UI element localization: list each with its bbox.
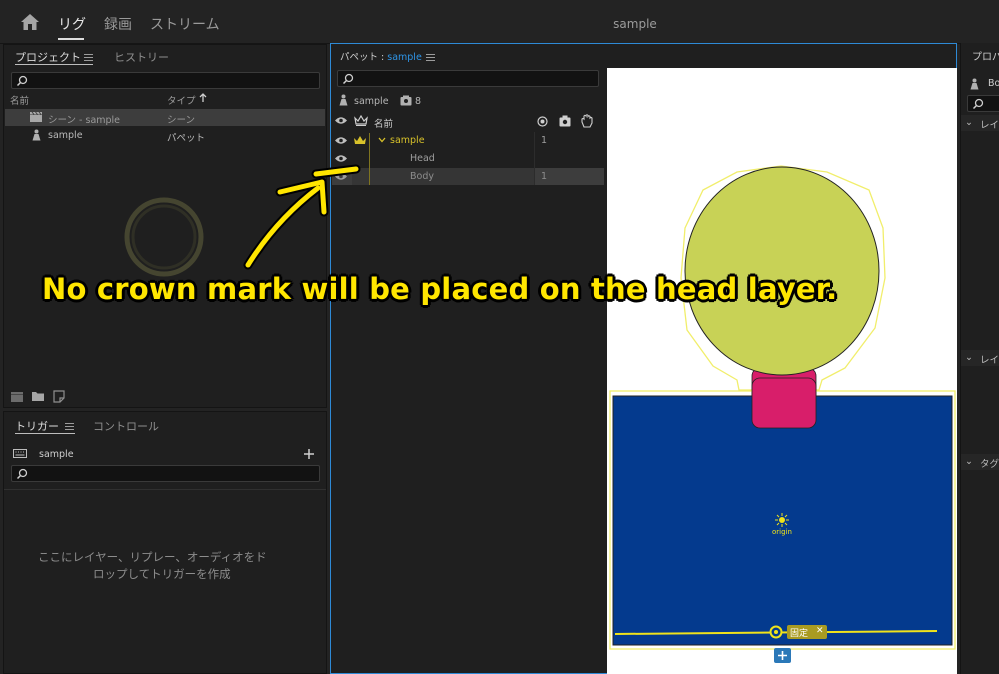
panel-menu-icon[interactable] [65,423,74,430]
property-section-header[interactable]: ⌄ タグ [961,454,999,470]
puppet-panel: パペット : sample sample 8 名前 sample 1 Head … [330,43,957,674]
add-icon[interactable] [304,449,314,459]
annotation-arrow [243,164,361,270]
project-item-type: シーン [167,115,196,126]
tab-rig[interactable]: リグ [58,14,86,34]
trigger-search-input[interactable] [11,465,320,482]
new-scene-icon[interactable] [10,391,24,403]
trigger-empty-message: ここにレイヤー、リプレー、オーディオをド [38,550,267,564]
scene-clapper-icon [30,111,42,122]
tab-trigger[interactable]: トリガー [15,418,59,434]
puppet-artwork [609,165,956,650]
record-target-icon[interactable] [537,116,548,127]
crown-icon[interactable] [353,135,367,146]
fixed-tag-label: 固定 [790,629,809,639]
layer-value: 1 [541,171,548,182]
top-bar: リグ 録画 ストリーム sample [0,0,999,44]
visibility-eye-icon[interactable] [334,116,348,125]
origin-label: origin [772,528,792,536]
layer-row[interactable]: sample 1 [332,132,604,149]
table-row[interactable]: シーン - sample シーン [5,109,325,126]
origin-icon[interactable] [775,513,789,527]
add-handle-button[interactable] [774,648,791,663]
chevron-down-icon: ⌄ [965,352,973,363]
layer-row[interactable]: Head [332,150,604,167]
new-item-icon[interactable] [53,390,65,403]
hand-icon[interactable] [580,114,593,128]
property-section-header[interactable]: ⌄ レイ [961,115,999,131]
hierarchy-line [369,133,370,185]
layer-name: Head [410,153,435,164]
section-label: タグ [980,459,999,470]
property-section-header[interactable]: ⌄ レイ [961,350,999,366]
section-label: レイ [980,355,999,366]
tab-properties[interactable]: プロパ [972,48,999,63]
panel-menu-icon[interactable] [84,54,93,61]
project-item-type: パペット [167,133,206,144]
active-tab-indicator [15,64,93,65]
tab-record[interactable]: 録画 [104,14,132,34]
camera-icon[interactable] [559,115,571,127]
home-icon[interactable] [20,13,40,31]
layer-column-name[interactable]: 名前 [374,116,393,130]
sort-ascending-icon[interactable] [199,93,207,103]
trigger-empty-message-2: ロップしてトリガーを作成 [93,567,231,581]
chevron-down-icon: ⌄ [965,456,973,467]
column-header-type[interactable]: タイプ [167,93,196,107]
properties-panel: プロパ Bo ⌄ レイ ⌄ レイ ⌄ タグ [960,43,999,674]
divider [4,489,326,490]
project-search-input[interactable] [11,72,320,89]
search-icon [16,468,28,480]
layer-row[interactable]: Body 1 [332,168,604,185]
window-title: sample [613,17,657,31]
add-icon [778,651,787,660]
puppet-icon [32,129,41,141]
column-header-name[interactable]: 名前 [10,93,29,107]
column-divider [534,132,535,185]
selected-layer-name: Bo [988,78,999,89]
search-icon [972,98,984,110]
puppet-icon [339,94,348,106]
puppet-panel-title-name: sample [387,52,422,63]
table-row[interactable]: sample パペット [5,127,325,144]
chevron-down-icon: ⌄ [965,117,973,128]
annotation-text: No crown mark will be placed on the head… [42,272,838,306]
puppet-name: sample [354,96,389,107]
layer-row-highlight [352,168,534,185]
chevron-down-icon[interactable] [378,137,386,143]
project-item-name: sample [48,130,83,141]
section-label: レイ [980,120,999,131]
search-icon [342,73,354,85]
puppet-panel-title-prefix: パペット : [340,52,388,63]
search-icon [16,75,28,87]
puppet-panel-title: パペット : sample [340,49,422,63]
crown-header-icon[interactable] [354,115,368,126]
properties-search-input[interactable] [967,95,999,112]
project-item-name: シーン - sample [48,115,121,126]
puppet-canvas[interactable]: origin 固定 ✕ [607,68,957,674]
tab-stream[interactable]: ストリーム [150,14,220,34]
layer-count: 8 [415,96,422,107]
preview-placeholder-ring-icon [124,197,204,277]
close-icon[interactable]: ✕ [816,626,824,636]
puppet-icon [970,78,979,90]
fixed-handle-icon[interactable] [769,625,783,639]
tab-history[interactable]: ヒストリー [114,49,169,65]
active-tab-indicator [58,38,84,40]
layer-name: Body [410,171,434,182]
fixed-tag[interactable]: 固定 ✕ [787,625,827,639]
layer-search-input[interactable] [337,70,599,87]
active-tab-indicator [15,433,75,434]
trigger-puppet-name: sample [39,449,74,460]
layer-value: 1 [541,135,548,146]
trigger-panel: トリガー コントロール sample ここにレイヤー、リプレー、オーディオをド … [3,411,327,674]
layer-name: sample [390,135,425,146]
keyboard-icon [13,449,27,458]
tab-control[interactable]: コントロール [93,418,159,434]
tab-project[interactable]: プロジェクト [15,49,81,65]
visibility-eye-icon[interactable] [334,136,348,145]
folder-icon[interactable] [31,391,45,402]
layers-count-icon [400,95,412,106]
panel-menu-icon[interactable] [426,54,435,61]
